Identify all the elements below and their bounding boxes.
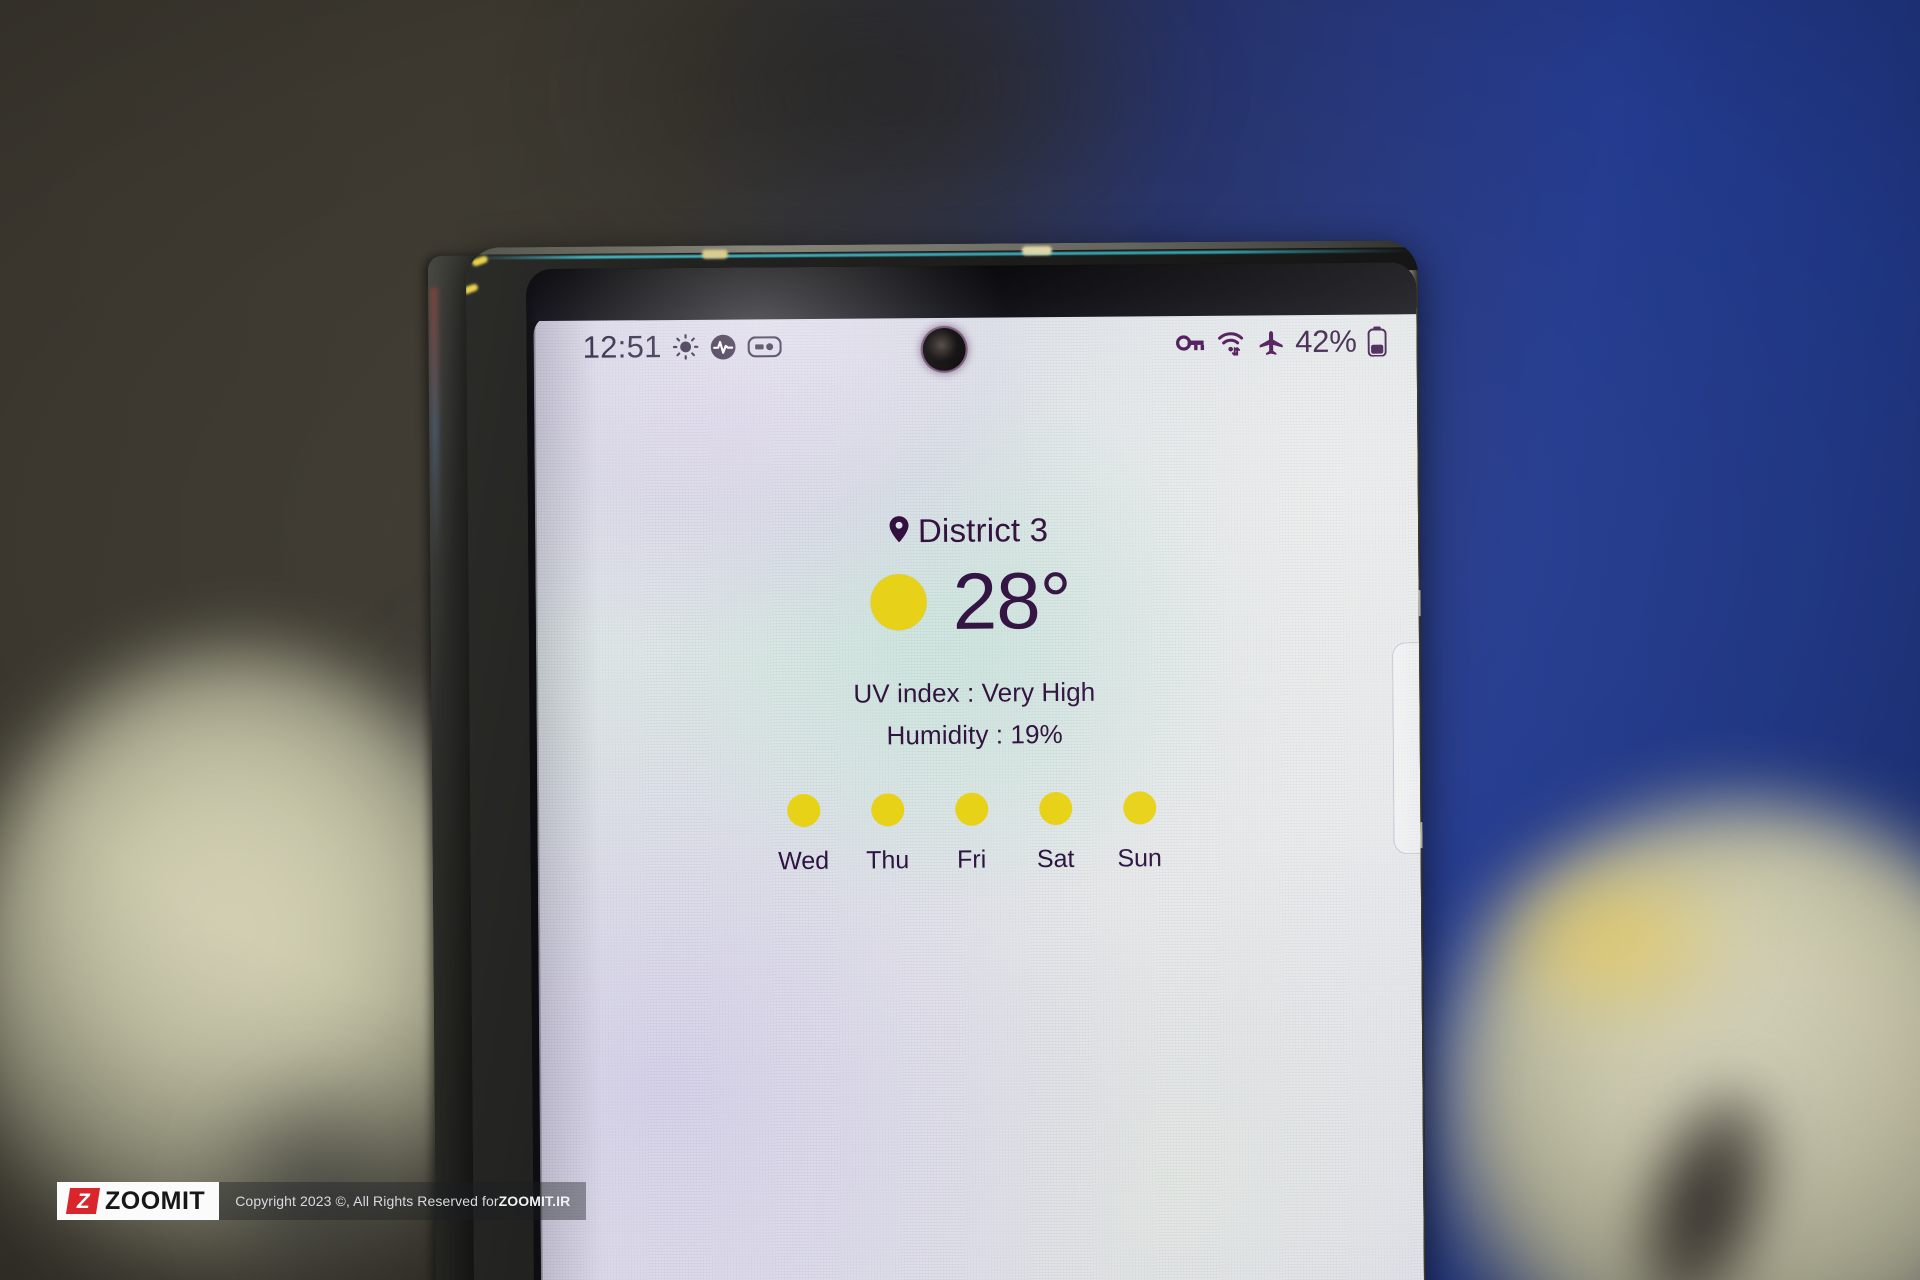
weather-temperature-row: 28°: [870, 555, 1071, 646]
nfc-badge-icon[interactable]: [747, 335, 782, 357]
copyright-site: ZOOMIT.IR: [498, 1193, 571, 1209]
zoomit-logo: Z ZOOMIT: [57, 1182, 220, 1220]
battery-percent-label: 42%: [1295, 323, 1357, 360]
status-bar-right-group: 42%: [1175, 323, 1387, 361]
zoomit-z-mark-icon: Z: [65, 1188, 101, 1214]
forecast-day[interactable]: Thu: [853, 793, 922, 876]
copyright-text: Copyright 2023 ©, All Rights Reserved fo…: [235, 1193, 499, 1209]
corner-glint-lower: [465, 283, 479, 296]
punch-hole-camera-icon: [922, 327, 966, 372]
airplane-mode-icon[interactable]: [1257, 329, 1284, 356]
status-bar: 12:51 42%: [526, 318, 1416, 371]
sun-icon: [870, 574, 927, 631]
forecast-day[interactable]: Sun: [1105, 791, 1174, 874]
brightness-icon[interactable]: [672, 334, 699, 360]
frame-glint-right-band: [1021, 246, 1052, 256]
hinge-reflection: [430, 287, 441, 568]
forecast-day[interactable]: Wed: [769, 793, 838, 877]
weather-location-name: District 3: [917, 511, 1049, 550]
battery-icon[interactable]: [1367, 326, 1387, 357]
phone-screen[interactable]: 12:51 42% District 3 28° UV index: Very…: [526, 262, 1425, 1280]
forecast-day[interactable]: Sat: [1021, 791, 1090, 875]
forecast-day-label: Sat: [1036, 844, 1075, 874]
location-pin-icon: [888, 515, 910, 548]
forecast-day-label: Wed: [778, 846, 830, 876]
screenshot-stage: 12:51 42% District 3 28° UV index: Very…: [0, 0, 1920, 1280]
zoomit-z-letter: Z: [76, 1189, 90, 1213]
forecast-day[interactable]: Fri: [937, 792, 1006, 875]
weather-widget[interactable]: District 3 28° UV index : Very High Humi…: [528, 508, 1421, 878]
zoomit-brand-text: ZOOMIT: [105, 1186, 206, 1215]
weather-forecast-row[interactable]: Wed Thu Fri Sat Sun: [769, 791, 1174, 876]
weather-temperature: 28°: [952, 555, 1071, 646]
forecast-day-label: Thu: [866, 846, 910, 875]
phone-frame: 12:51 42% District 3 28° UV index: Very…: [465, 240, 1427, 1280]
vpn-key-icon[interactable]: [1175, 332, 1205, 354]
sun-icon: [786, 793, 820, 828]
weather-location-row[interactable]: District 3: [888, 511, 1049, 550]
sun-icon: [1038, 791, 1072, 826]
uv-index-line: UV index : Very High: [853, 676, 1096, 709]
wifi-icon[interactable]: [1216, 330, 1246, 356]
forecast-day-label: Sun: [1117, 844, 1163, 873]
foldable-phone: 12:51 42% District 3 28° UV index: Very…: [427, 240, 1427, 1280]
humidity-line: Humidity : 19%: [886, 718, 1063, 751]
frame-glint-left-band: [701, 249, 728, 259]
sun-icon: [870, 793, 904, 827]
sun-icon: [1122, 791, 1156, 825]
copyright-notice: Copyright 2023 ©, All Rights Reserved fo…: [219, 1182, 587, 1220]
status-bar-left-group: 12:51: [583, 328, 782, 366]
watermark: Z ZOOMIT Copyright 2023 ©, All Rights Re…: [57, 1182, 587, 1220]
weather-metrics: UV index : Very High Humidity : 19%: [853, 677, 1095, 752]
screen-top-bezel: [526, 262, 1417, 322]
status-clock: 12:51: [582, 329, 662, 365]
heart-rate-icon[interactable]: [710, 333, 737, 360]
forecast-day-label: Fri: [956, 845, 987, 874]
sun-icon: [954, 792, 988, 826]
